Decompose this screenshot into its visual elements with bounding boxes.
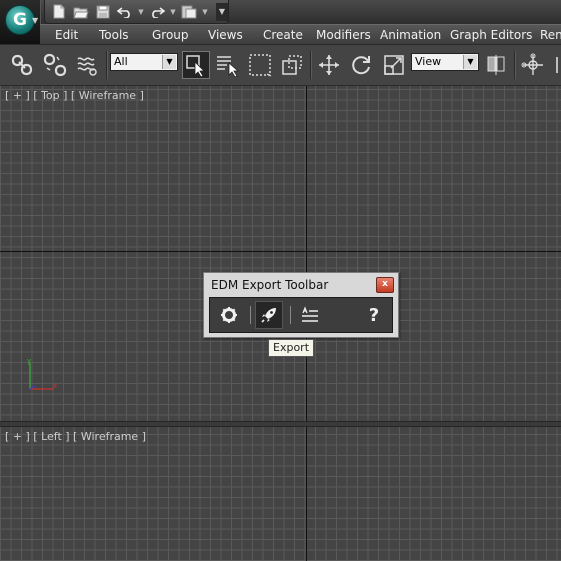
rect-selection-icon[interactable]: [246, 51, 274, 79]
toolbar-separator: [514, 51, 516, 79]
mirror-icon[interactable]: [519, 51, 547, 79]
quick-access-toolbar: ▼ ▼ ▼ ▼: [44, 0, 229, 24]
window-crossing-icon[interactable]: [278, 51, 306, 79]
undo-dropdown-icon[interactable]: ▼: [137, 3, 145, 21]
menu-modifiers[interactable]: Modifiers: [316, 28, 371, 42]
chevron-down-icon: ▼: [463, 55, 477, 69]
app-logo-icon: G: [5, 5, 35, 35]
open-folder-icon[interactable]: [71, 3, 91, 21]
viewport-left[interactable]: [ + ] [ Left ] [ Wireframe ]: [0, 427, 561, 561]
edm-separator: [290, 306, 291, 324]
svg-text:x: x: [53, 382, 57, 390]
viewport-label-left[interactable]: [ + ] [ Left ] [ Wireframe ]: [5, 430, 146, 443]
axis-tripod-icon: y x: [22, 355, 62, 397]
list-icon[interactable]: [296, 301, 324, 329]
export-tooltip: Export: [268, 339, 315, 357]
menu-views[interactable]: Views: [208, 28, 243, 42]
selection-filter-value: All: [114, 55, 128, 68]
viewport-top[interactable]: [ + ] [ Top ] [ Wireframe ]: [0, 86, 561, 421]
edm-export-toolbar-window[interactable]: EDM Export Toolbar x ?: [203, 272, 399, 338]
reference-coordinate-value: View: [415, 55, 442, 68]
edm-button-bar: ?: [209, 297, 393, 333]
edm-toolbar-title[interactable]: EDM Export Toolbar: [211, 278, 328, 292]
menu-group[interactable]: Group: [152, 28, 189, 42]
grid-axis-vertical: [306, 427, 307, 561]
save-icon[interactable]: [93, 3, 113, 21]
menu-edit[interactable]: Edit: [55, 28, 78, 42]
toolbar-separator: [106, 51, 108, 79]
toolbar-separator: [310, 51, 312, 79]
new-file-icon[interactable]: [49, 3, 69, 21]
unlink-icon[interactable]: [41, 51, 69, 79]
link-icon[interactable]: [8, 51, 36, 79]
chevron-down-icon: ▼: [162, 55, 176, 69]
move-icon[interactable]: [315, 51, 343, 79]
gear-icon[interactable]: [215, 301, 243, 329]
menu-rendering[interactable]: Ren: [540, 28, 561, 42]
menu-bar: Edit Tools Group Views Create Modifiers …: [40, 24, 561, 45]
blank-slot: [328, 301, 356, 329]
application-button[interactable]: G ▼: [0, 0, 41, 44]
app-menu-arrow-icon: ▼: [32, 16, 39, 25]
redo-dropdown-icon[interactable]: ▼: [169, 3, 177, 21]
project-icon[interactable]: [179, 3, 199, 21]
project-dropdown-icon[interactable]: ▼: [201, 3, 209, 21]
reference-coordinate-dropdown[interactable]: View ▼: [411, 53, 479, 71]
help-icon[interactable]: ?: [360, 301, 388, 329]
align-icon[interactable]: [551, 51, 561, 79]
undo-icon[interactable]: [115, 3, 135, 21]
bind-spacewarp-icon[interactable]: [74, 51, 102, 79]
scale-icon[interactable]: [380, 51, 408, 79]
selection-filter-dropdown[interactable]: All ▼: [110, 53, 178, 71]
quick-access-customize-icon[interactable]: ▼: [216, 2, 228, 21]
viewport-label-top[interactable]: [ + ] [ Top ] [ Wireframe ]: [5, 89, 144, 102]
svg-text:y: y: [27, 357, 31, 365]
menu-create[interactable]: Create: [263, 28, 303, 42]
grid-axis-vertical: [306, 86, 307, 421]
redo-icon[interactable]: [147, 3, 167, 21]
pivot-icon[interactable]: [482, 51, 510, 79]
rotate-icon[interactable]: [347, 51, 375, 79]
close-button[interactable]: x: [376, 277, 394, 293]
select-object-icon[interactable]: [182, 51, 210, 79]
grid-axis-horizontal: [0, 251, 561, 252]
menu-graph-editors[interactable]: Graph Editors: [450, 28, 532, 42]
select-by-name-icon[interactable]: [214, 51, 242, 79]
menu-tools[interactable]: Tools: [99, 28, 129, 42]
menu-animation[interactable]: Animation: [380, 28, 441, 42]
edm-separator: [250, 306, 251, 324]
main-toolbar: All ▼ View ▼: [0, 44, 561, 86]
rocket-icon[interactable]: [255, 301, 283, 329]
